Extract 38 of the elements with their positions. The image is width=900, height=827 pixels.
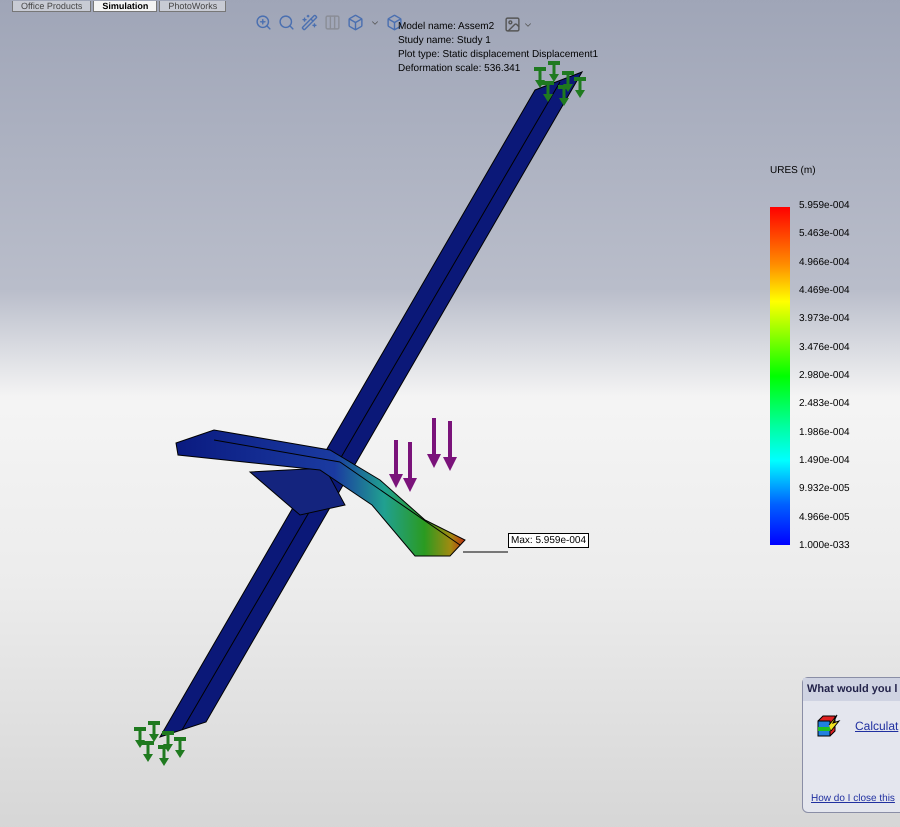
rainbow-box-icon <box>815 712 841 738</box>
plot-info-text: Plot type: Static displacement Displacement1 <box>398 48 598 62</box>
wand-icon[interactable] <box>301 14 318 31</box>
close-help-link[interactable]: How do I close this <box>803 791 900 806</box>
load-arrow-icon <box>443 421 457 471</box>
ribbon-tab[interactable]: PhotoWorks <box>159 1 226 12</box>
section-view-icon[interactable] <box>324 14 341 31</box>
legend-value: 9.932e-005 <box>799 483 850 496</box>
legend-value: 2.980e-004 <box>799 370 850 382</box>
fixture-arrows-drawing <box>534 61 586 106</box>
legend-value: 2.483e-004 <box>799 398 850 410</box>
ribbon-tab[interactable]: Office Products <box>12 1 92 12</box>
plot-info-text: Deformation scale: 536.341 <box>398 62 520 76</box>
legend-value: 5.463e-004 <box>799 228 850 240</box>
zoom-in-icon[interactable] <box>255 14 272 31</box>
view-cube-icon[interactable] <box>347 14 364 31</box>
load-arrow-icon <box>403 442 417 492</box>
scene-icon[interactable] <box>504 16 521 33</box>
legend-value: 4.966e-004 <box>799 256 850 269</box>
fixture-arrows-drawing <box>134 721 186 766</box>
legend-value: 3.476e-004 <box>799 342 850 354</box>
legend-value: 1.000e-033 <box>799 540 850 552</box>
load-arrow-icon <box>389 440 403 488</box>
load-arrow-icon <box>427 418 441 468</box>
ribbon-tab[interactable]: Simulation <box>93 1 158 12</box>
legend-value: 3.973e-004 <box>799 313 850 326</box>
legend-value: 4.469e-004 <box>799 284 850 297</box>
legend-value: 5.959e-004 <box>799 200 850 212</box>
legend-title: URES (m) <box>770 164 816 178</box>
plot-info-text: Study name: Study 1 <box>398 34 491 48</box>
zoom-area-icon[interactable] <box>278 14 295 31</box>
max-value-label: Max: 5.959e-004 <box>508 533 590 548</box>
calculate-link[interactable]: Calculat <box>855 716 898 734</box>
help-panel-title: What would you l <box>803 678 900 700</box>
legend-value: 1.490e-004 <box>799 454 850 467</box>
legend-value: 1.986e-004 <box>799 426 850 439</box>
plot-info-text: Model name: Assem2 <box>398 20 494 34</box>
legend-value: 4.966e-005 <box>799 512 850 524</box>
